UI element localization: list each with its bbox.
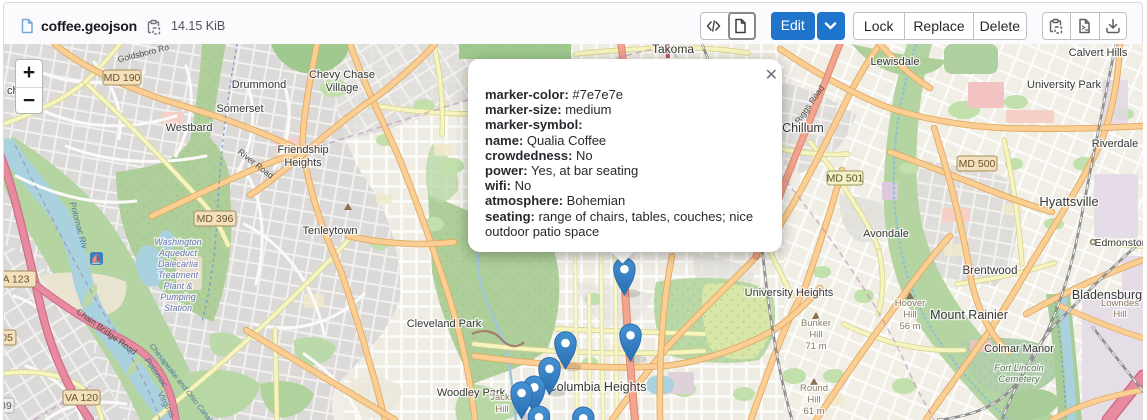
svg-text:Mount Rainier: Mount Rainier: [930, 308, 1008, 322]
svg-text:Calvert Hills: Calvert Hills: [1069, 47, 1128, 59]
svg-text:Drummond: Drummond: [232, 79, 286, 91]
svg-text:Aqueduct: Aqueduct: [158, 248, 198, 258]
svg-text:A 123: A 123: [4, 274, 30, 286]
svg-text:Lowndes: Lowndes: [1101, 298, 1139, 309]
svg-text:MD 190: MD 190: [104, 72, 141, 84]
svg-text:University Park: University Park: [1027, 79, 1101, 91]
svg-text:05: 05: [4, 332, 13, 344]
svg-text:Hill: Hill: [903, 310, 916, 321]
svg-text:61 m: 61 m: [803, 406, 824, 417]
svg-text:Cemetery: Cemetery: [998, 374, 1040, 385]
svg-text:Cleveland Park: Cleveland Park: [407, 318, 482, 330]
svg-text:Hill: Hill: [1113, 309, 1126, 320]
svg-text:Heights: Heights: [284, 157, 322, 169]
svg-text:Chevy Chase: Chevy Chase: [309, 69, 375, 81]
svg-text:Village: Village: [326, 82, 359, 94]
svg-text:Round: Round: [800, 383, 828, 394]
svg-text:Riverdale: Riverdale: [1092, 138, 1138, 150]
svg-text:Hill: Hill: [809, 330, 822, 341]
svg-text:Avondale: Avondale: [863, 228, 909, 240]
svg-text:Chillum: Chillum: [782, 121, 824, 135]
svg-text:Treatment: Treatment: [158, 270, 199, 280]
svg-text:39: 39: [4, 400, 12, 412]
svg-text:Takoma: Takoma: [652, 44, 694, 56]
svg-text:University Heights: University Heights: [745, 287, 834, 299]
svg-text:71 m: 71 m: [805, 341, 826, 352]
svg-text:Friendship: Friendship: [277, 144, 328, 156]
svg-text:Edmonston: Edmonston: [1094, 237, 1143, 249]
svg-text:Hill: Hill: [495, 404, 508, 415]
svg-text:MD 501: MD 501: [827, 173, 864, 185]
svg-text:MD 396: MD 396: [197, 213, 234, 225]
svg-text:Bunker: Bunker: [801, 318, 831, 329]
svg-text:Hoover: Hoover: [895, 298, 926, 309]
svg-text:⛵: ⛵: [91, 253, 102, 264]
svg-text:Plant &: Plant &: [163, 281, 192, 291]
svg-text:Washington: Washington: [154, 237, 201, 247]
svg-text:56 m: 56 m: [899, 321, 920, 332]
svg-text:Lewisdale: Lewisdale: [871, 56, 920, 68]
svg-text:Dalecarlia: Dalecarlia: [158, 259, 198, 269]
svg-text:Station: Station: [164, 303, 192, 313]
svg-text:Somerset: Somerset: [216, 103, 263, 115]
svg-text:Pumping: Pumping: [160, 292, 196, 302]
svg-text:Fort Lincoln: Fort Lincoln: [994, 363, 1044, 374]
svg-text:Colmar Manor: Colmar Manor: [984, 343, 1054, 355]
svg-text:MD 500: MD 500: [959, 158, 996, 170]
svg-text:VA 120: VA 120: [65, 392, 98, 404]
svg-text:Hyattsville: Hyattsville: [1039, 194, 1098, 209]
svg-text:Brentwood: Brentwood: [963, 265, 1018, 277]
svg-text:Hill: Hill: [807, 395, 820, 406]
svg-text:Westbard: Westbard: [166, 122, 213, 134]
svg-text:Tenleytown: Tenleytown: [302, 225, 357, 237]
